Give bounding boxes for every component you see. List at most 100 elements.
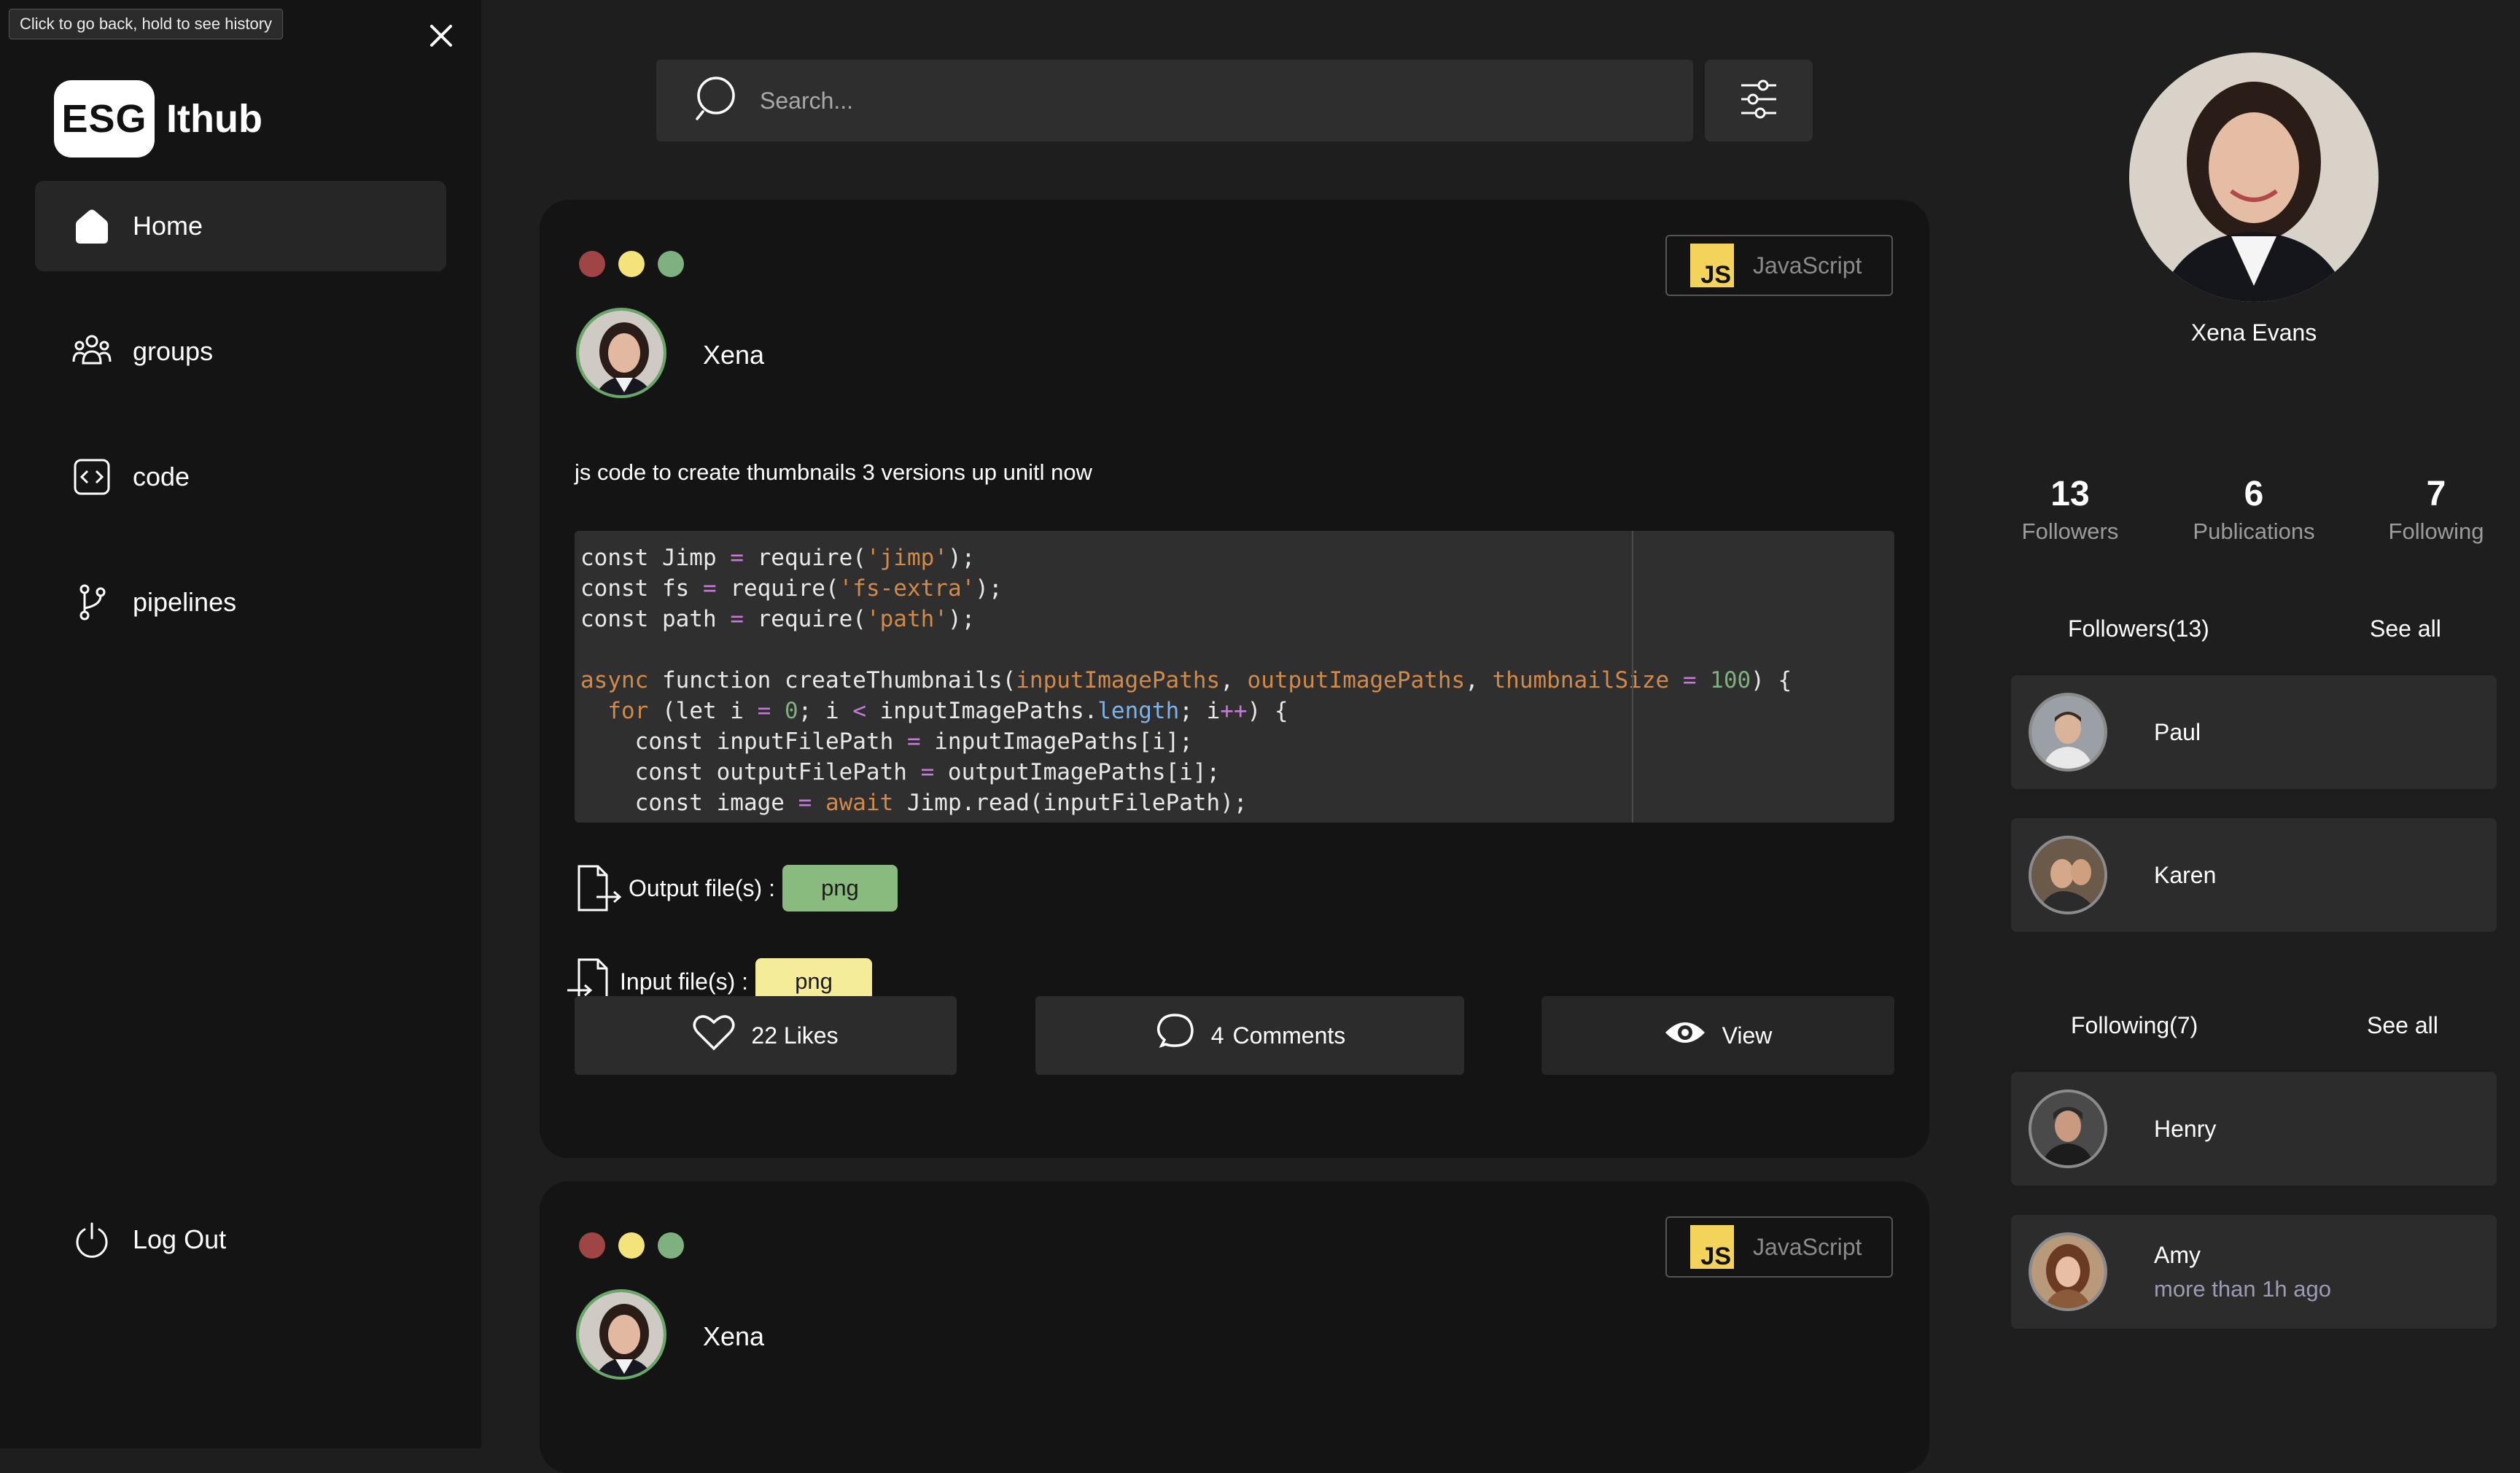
back-tooltip: Click to go back, hold to see history <box>9 9 284 39</box>
input-files-label: Input file(s) : <box>620 968 749 995</box>
follower-item[interactable]: Paul <box>2011 675 2497 789</box>
nav-item-groups[interactable]: groups <box>35 306 446 397</box>
code-line: for (let i = 0; i < inputImagePaths.leng… <box>607 698 1288 724</box>
logo-mark: ESG <box>54 80 155 158</box>
dot-red <box>579 251 605 277</box>
person-avatar <box>2029 1232 2107 1311</box>
author-name[interactable]: Xena <box>703 340 764 370</box>
dot-yellow <box>618 1232 645 1259</box>
eye-icon <box>1664 1018 1722 1053</box>
code-divider <box>1632 531 1633 823</box>
comments-count: 4 <box>1210 1022 1224 1049</box>
following-see-all-link[interactable]: See all <box>2367 1012 2438 1039</box>
code-line: const fs = require('fs-extra'); <box>580 575 1003 602</box>
person-name: Karen <box>2154 861 2217 888</box>
following-title: Following(7) <box>2071 1012 2198 1038</box>
language-badge: JS JavaScript <box>1665 235 1893 296</box>
follower-item[interactable]: Karen <box>2011 818 2497 932</box>
home-icon <box>71 206 112 246</box>
dot-green <box>658 1232 684 1259</box>
author-avatar[interactable] <box>576 1289 666 1380</box>
logout-button[interactable]: Log Out <box>35 1194 446 1285</box>
output-type-tag[interactable]: png <box>782 865 898 912</box>
stat-publications[interactable]: 6 Publications <box>2163 474 2345 545</box>
nav-item-code[interactable]: code <box>35 432 446 522</box>
nav-label-pipelines: pipelines <box>133 587 237 617</box>
person-name: Henry <box>2154 1115 2217 1142</box>
code-line: const image = await Jimp.read(inputFileP… <box>580 790 1248 816</box>
close-icon[interactable] <box>423 18 459 54</box>
logout-label: Log Out <box>133 1224 227 1254</box>
followers-see-all-link[interactable]: See all <box>2370 615 2441 642</box>
file-export-icon <box>575 863 622 913</box>
comment-icon <box>1154 1012 1211 1059</box>
person-status: more than 1h ago <box>2154 1275 2332 1302</box>
author-avatar[interactable] <box>576 308 666 398</box>
comments-button[interactable]: 4 Comments <box>1035 996 1464 1075</box>
sidebar: Click to go back, hold to see history ES… <box>0 0 481 1448</box>
language-label: JavaScript <box>1753 252 1862 279</box>
followers-title: Followers(13) <box>2068 615 2209 642</box>
nav-label-home: Home <box>133 211 203 241</box>
nav-label-groups: groups <box>133 336 214 366</box>
code-line: const path = require('path'); <box>580 606 976 632</box>
output-files-label: Output file(s) : <box>629 874 775 901</box>
code-line: const outputFilePath = outputImagePaths[… <box>580 759 1221 785</box>
likes-count: 22 Likes <box>751 1022 839 1049</box>
stat-label: Publications <box>2193 518 2315 544</box>
stat-following[interactable]: 7 Following <box>2345 474 2520 545</box>
code-snippet[interactable]: const Jimp = require('jimp'); const fs =… <box>575 531 1894 823</box>
branch-icon <box>71 582 112 623</box>
post-card: JS JavaScript Xena <box>540 1181 1929 1473</box>
window-dots <box>579 1232 684 1259</box>
power-icon <box>71 1219 112 1260</box>
post-card: JS JavaScript Xena js code to create thu… <box>540 200 1929 1158</box>
stat-value: 6 <box>2244 475 2264 513</box>
code-line: async function createThumbnails(inputIma… <box>580 667 1792 693</box>
stat-followers[interactable]: 13 Followers <box>1979 474 2161 545</box>
stat-label: Following <box>2388 518 2484 544</box>
following-item[interactable]: Amy more than 1h ago <box>2011 1215 2497 1329</box>
person-name: Paul <box>2154 718 2201 745</box>
profile-name: Xena Evans <box>2190 319 2317 346</box>
language-badge: JS JavaScript <box>1665 1216 1893 1278</box>
person-avatar <box>2029 836 2107 914</box>
code-line: const inputFilePath = inputImagePaths[i]… <box>580 728 1193 755</box>
profile-avatar[interactable] <box>2129 53 2379 302</box>
post-description: js code to create thumbnails 3 versions … <box>575 459 1092 485</box>
nav-item-pipelines[interactable]: pipelines <box>35 557 446 648</box>
following-item[interactable]: Henry <box>2011 1072 2497 1186</box>
author-name[interactable]: Xena <box>703 1321 764 1352</box>
groups-icon <box>71 331 112 372</box>
comments-label: Comments <box>1232 1022 1346 1049</box>
stat-label: Followers <box>2021 518 2119 544</box>
nav-item-home[interactable]: Home <box>35 181 446 271</box>
dot-green <box>658 251 684 277</box>
search-bar[interactable]: Search... <box>656 60 1693 141</box>
code-line: const thumbnail = image.resize(thumbnail… <box>580 820 1411 823</box>
search-input[interactable]: Search... <box>760 88 853 114</box>
nav-label-code: code <box>133 462 190 491</box>
view-button[interactable]: View <box>1541 996 1894 1075</box>
logo-text: Ithub <box>166 97 262 141</box>
js-logo-icon: JS <box>1690 244 1734 287</box>
person-avatar <box>2029 1089 2107 1168</box>
view-label: View <box>1722 1022 1773 1049</box>
window-dots <box>579 251 684 277</box>
stat-value: 13 <box>2050 475 2090 513</box>
output-files-row: Output file(s) : png <box>575 863 898 913</box>
filter-button[interactable] <box>1705 60 1813 141</box>
like-button[interactable]: 22 Likes <box>575 996 957 1075</box>
person-avatar <box>2029 693 2107 772</box>
search-icon <box>693 74 744 128</box>
language-label: JavaScript <box>1753 1233 1862 1260</box>
code-icon <box>71 456 112 497</box>
sliders-icon <box>1738 77 1779 125</box>
stat-value: 7 <box>2426 475 2446 513</box>
code-line: const Jimp = require('jimp'); <box>580 545 976 571</box>
js-logo-icon: JS <box>1690 1225 1734 1269</box>
app-logo[interactable]: ESG Ithub <box>54 80 262 158</box>
person-name: Amy <box>2154 1241 2201 1268</box>
heart-icon <box>693 1014 751 1057</box>
dot-red <box>579 1232 605 1259</box>
